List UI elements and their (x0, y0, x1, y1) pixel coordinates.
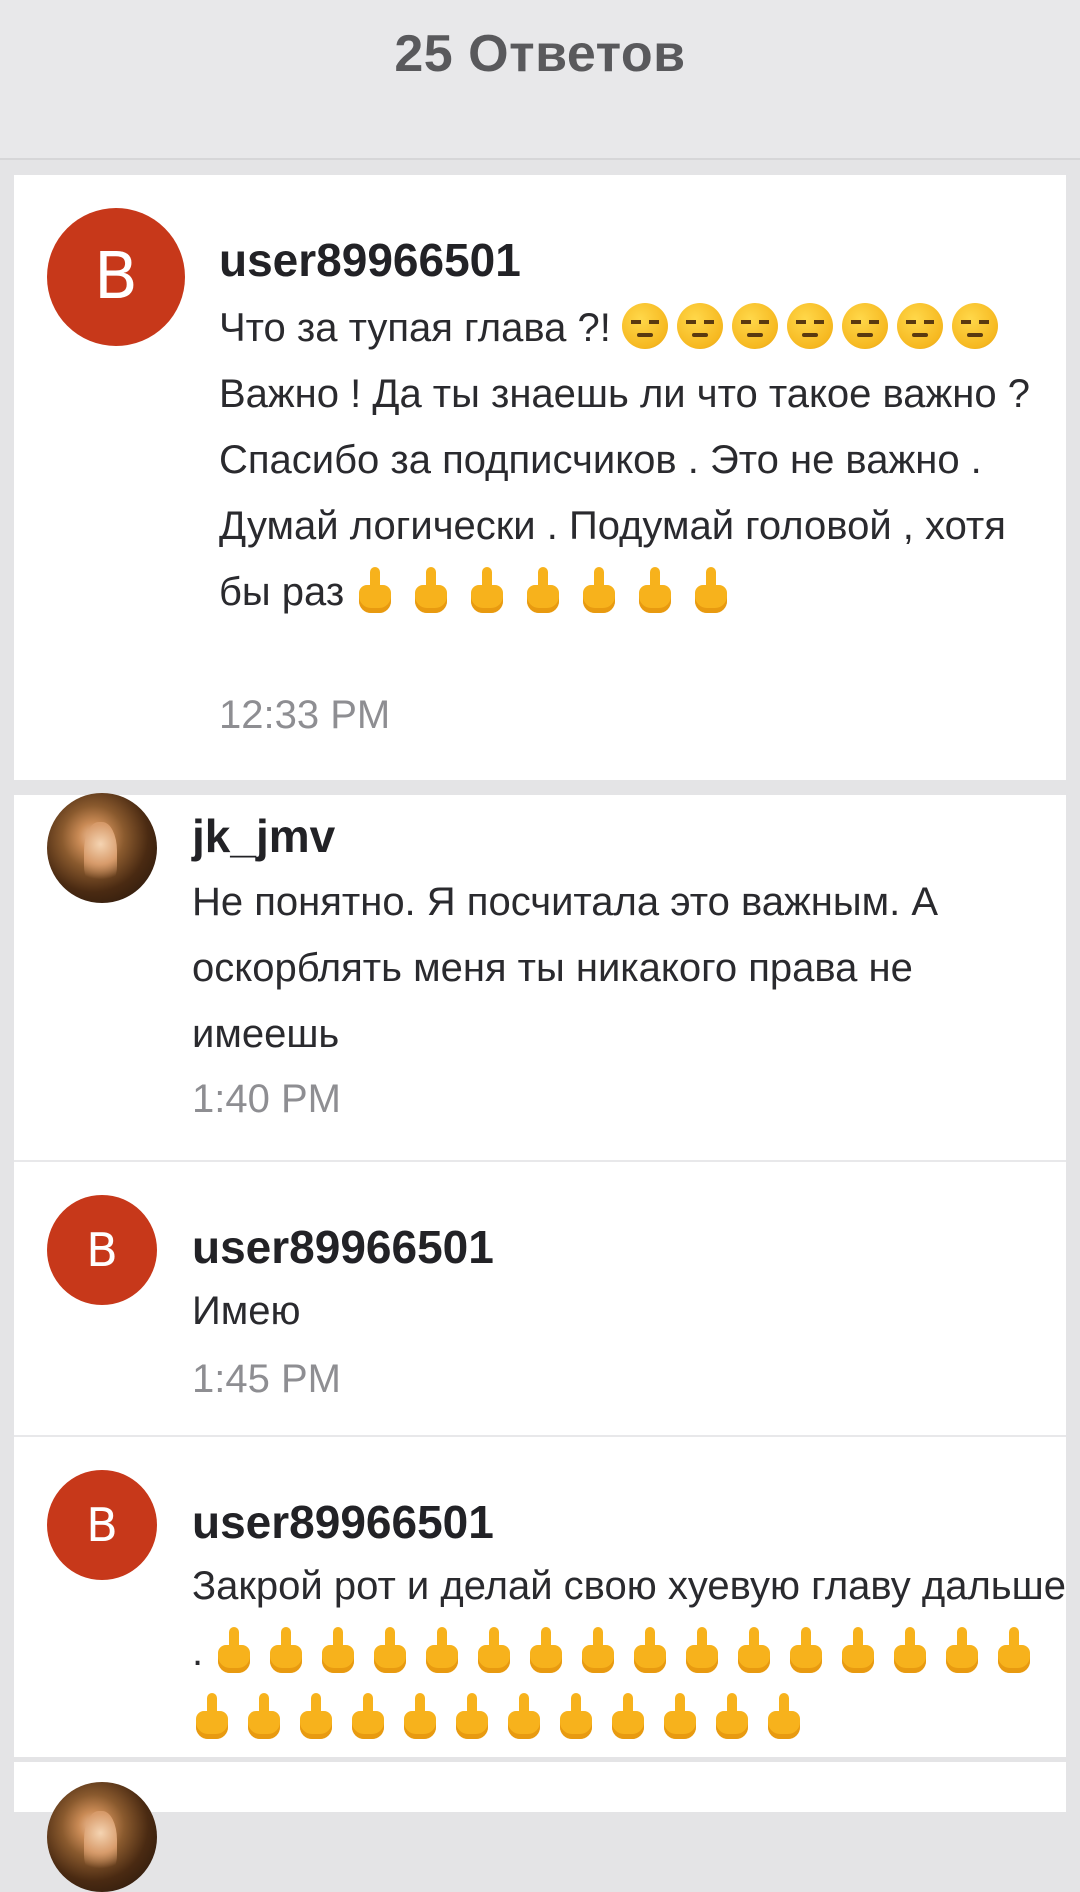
comment-text-part: Важно ! Да ты знаешь ли что такое важно … (219, 372, 1030, 614)
comment-card: B user89966501 Имею 1:45 PM (14, 1162, 1066, 1435)
avatar-letter: B (94, 240, 138, 314)
middle-finger-icon (838, 1627, 876, 1675)
middle-finger-icon (370, 1627, 408, 1675)
middle-finger-icon (635, 567, 673, 615)
unamused-face-icon (621, 303, 668, 349)
unamused-face-icon (841, 303, 888, 349)
comment-text: Закрой рот и делай свою хуевую главу дал… (192, 1553, 1072, 1751)
avatar-photo (84, 1810, 118, 1875)
avatar[interactable]: B (47, 1195, 157, 1305)
timestamp: 12:33 PM (219, 693, 391, 737)
middle-finger-icon (660, 1693, 698, 1741)
unamused-face-icon (896, 303, 943, 349)
middle-finger-icon (556, 1693, 594, 1741)
comment-card: B user89966501 Закрой рот и делай свою х… (14, 1437, 1066, 1757)
middle-finger-icon (691, 567, 729, 615)
unamused-face-icon (951, 303, 998, 349)
header-bar: 25 Ответов (0, 0, 1080, 160)
comment-card: B user89966501 Что за тупая глава ?! Важ… (14, 175, 1066, 780)
avatar[interactable] (47, 793, 157, 903)
comment-text: Что за тупая глава ?! Важно ! Да ты знае… (219, 295, 1049, 625)
unamused-face-icon (786, 303, 833, 349)
middle-finger-icon (578, 1627, 616, 1675)
avatar[interactable] (47, 1782, 157, 1892)
replies-count-title: 25 Ответов (394, 25, 686, 83)
comment-text: Имею (192, 1289, 301, 1333)
middle-finger-icon (994, 1627, 1032, 1675)
middle-finger-icon (682, 1627, 720, 1675)
middle-finger-icon (474, 1627, 512, 1675)
comment-text-part: Что за тупая глава ?! (219, 306, 622, 350)
comment-card-partial (14, 1762, 1066, 1892)
avatar-letter: B (86, 1223, 118, 1277)
middle-finger-icon (400, 1693, 438, 1741)
username[interactable]: user89966501 (219, 233, 521, 287)
middle-finger-icon (266, 1627, 304, 1675)
username[interactable]: user89966501 (192, 1495, 494, 1549)
comment-text: Не понятно. Я посчитала это важным. А ос… (192, 880, 939, 1056)
unamused-face-icon (731, 303, 778, 349)
middle-finger-icon (523, 567, 561, 615)
middle-finger-icon (712, 1693, 750, 1741)
middle-finger-icon (355, 567, 393, 615)
middle-finger-icon (786, 1627, 824, 1675)
avatar-photo (84, 821, 118, 886)
middle-finger-icon (526, 1627, 564, 1675)
avatar[interactable]: B (47, 1470, 157, 1580)
username[interactable]: user89966501 (192, 1220, 494, 1274)
middle-finger-icon (890, 1627, 928, 1675)
unamused-face-icon (676, 303, 723, 349)
timestamp: 1:40 PM (192, 1077, 341, 1121)
middle-finger-icon (942, 1627, 980, 1675)
middle-finger-icon (244, 1693, 282, 1741)
middle-finger-icon (734, 1627, 772, 1675)
avatar-letter: B (86, 1498, 118, 1552)
middle-finger-icon (348, 1693, 386, 1741)
middle-finger-icon (318, 1627, 356, 1675)
middle-finger-icon (608, 1693, 646, 1741)
middle-finger-icon (579, 567, 617, 615)
comment-card: jk_jmv Не понятно. Я посчитала это важны… (14, 793, 1066, 1160)
middle-finger-icon (422, 1627, 460, 1675)
middle-finger-icon (764, 1693, 802, 1741)
username[interactable]: jk_jmv (192, 809, 335, 863)
timestamp: 1:45 PM (192, 1357, 341, 1401)
middle-finger-icon (452, 1693, 490, 1741)
middle-finger-icon (192, 1693, 230, 1741)
middle-finger-icon (467, 567, 505, 615)
middle-finger-icon (630, 1627, 668, 1675)
middle-finger-icon (214, 1627, 252, 1675)
middle-finger-icon (296, 1693, 334, 1741)
middle-finger-icon (411, 567, 449, 615)
middle-finger-icon (504, 1693, 542, 1741)
avatar[interactable]: B (47, 208, 185, 346)
